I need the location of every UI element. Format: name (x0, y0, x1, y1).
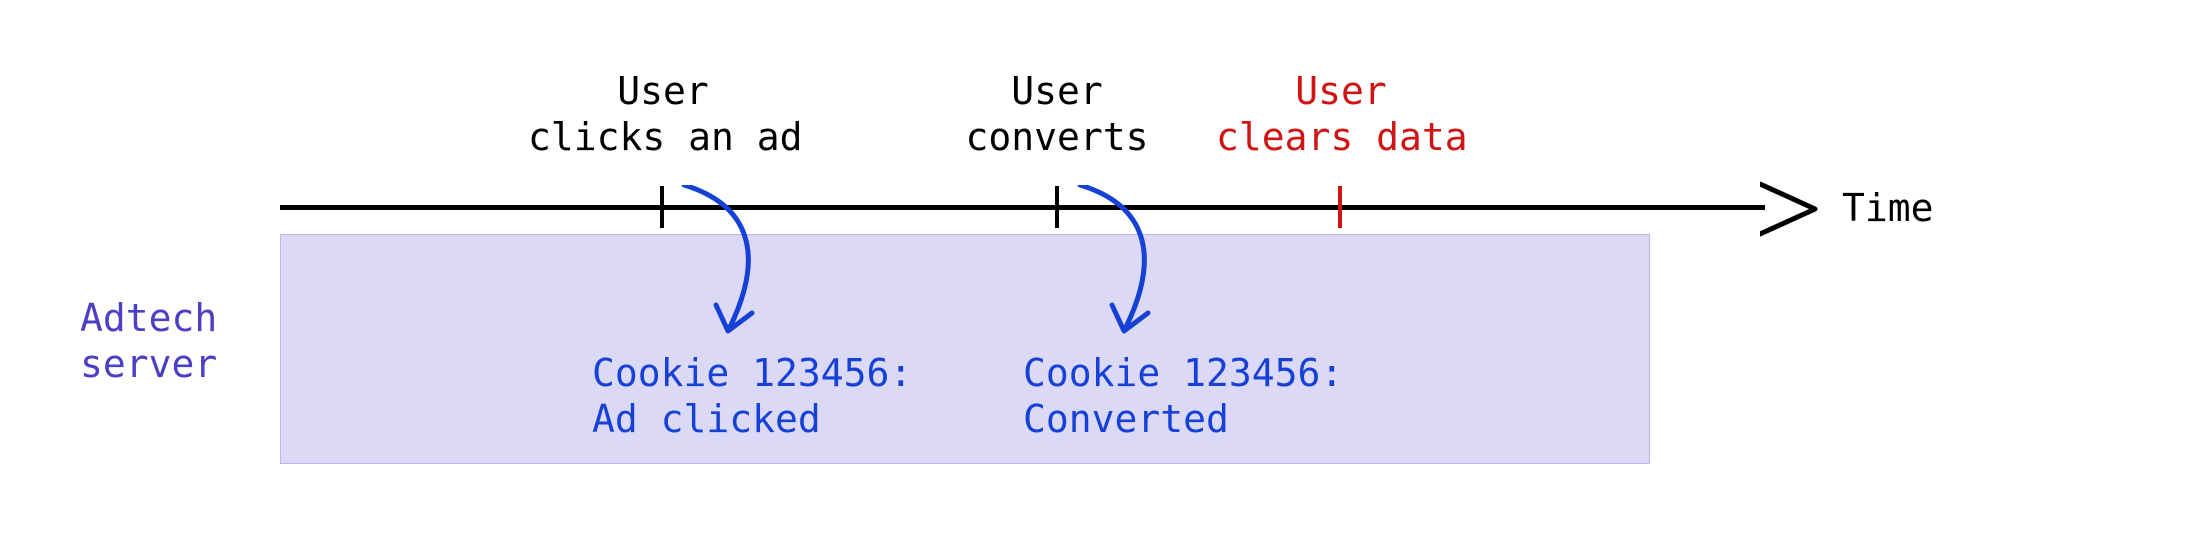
timeline-axis (280, 205, 1765, 210)
axis-label-time: Time (1842, 186, 1934, 230)
tick-convert (1055, 186, 1059, 228)
event-label-clear: User clears data (1216, 68, 1466, 160)
tick-click (660, 186, 664, 228)
event-label-click: User clicks an ad (528, 68, 798, 160)
adtech-server-label: Adtech server (80, 295, 217, 387)
event-label-convert: User converts (962, 68, 1152, 160)
adtech-server-box (280, 234, 1650, 464)
tick-clear (1338, 186, 1342, 228)
arrow-convert-icon (1066, 185, 1176, 355)
arrowhead-icon (1760, 180, 1820, 238)
record-click: Cookie 123456: Ad clicked (592, 350, 912, 442)
diagram-canvas: Adtech server Time User clicks an ad Use… (0, 0, 2188, 534)
arrow-click-icon (670, 185, 780, 355)
record-convert: Cookie 123456: Converted (1023, 350, 1343, 442)
